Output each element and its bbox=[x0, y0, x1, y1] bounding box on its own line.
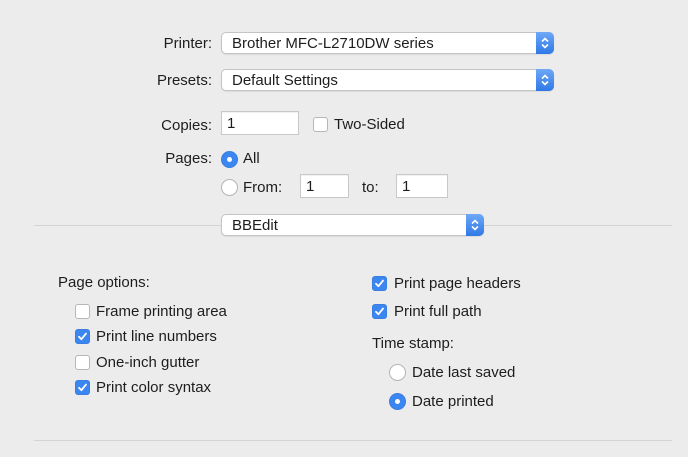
chevron-updown-icon bbox=[536, 69, 554, 91]
print-line-numbers-checkbox[interactable] bbox=[75, 329, 90, 344]
chevron-updown-icon bbox=[536, 32, 554, 54]
pages-all-radio[interactable] bbox=[221, 151, 238, 168]
print-color-syntax-checkbox[interactable] bbox=[75, 380, 90, 395]
print-page-headers-checkbox[interactable] bbox=[372, 276, 387, 291]
frame-printing-area-label: Frame printing area bbox=[96, 303, 227, 320]
date-printed-radio[interactable] bbox=[389, 393, 406, 410]
presets-popup-value: Default Settings bbox=[232, 72, 338, 89]
presets-label: Presets: bbox=[156, 72, 212, 89]
pages-from-label: From: bbox=[243, 179, 283, 196]
pages-from-value: 1 bbox=[306, 178, 315, 195]
copies-label: Copies: bbox=[161, 117, 212, 134]
time-stamp-label: Time stamp: bbox=[372, 335, 454, 352]
print-full-path-checkbox[interactable] bbox=[372, 304, 387, 319]
date-last-saved-label: Date last saved bbox=[412, 364, 516, 381]
frame-printing-area-checkbox[interactable] bbox=[75, 304, 90, 319]
two-sided-label: Two-Sided bbox=[334, 116, 405, 133]
date-printed-label: Date printed bbox=[412, 393, 494, 410]
pages-to-field[interactable]: 1 bbox=[396, 174, 448, 198]
printer-label: Printer: bbox=[163, 35, 212, 52]
two-sided-checkbox[interactable] bbox=[313, 117, 328, 132]
print-color-syntax-label: Print color syntax bbox=[96, 379, 212, 396]
print-full-path-label: Print full path bbox=[394, 303, 482, 320]
pages-from-field[interactable]: 1 bbox=[300, 174, 349, 198]
printer-popup-value: Brother MFC-L2710DW series bbox=[232, 35, 434, 52]
print-page-headers-label: Print page headers bbox=[394, 275, 521, 292]
page-options-label: Page options: bbox=[58, 274, 150, 291]
app-options-popup[interactable]: BBEdit bbox=[221, 214, 484, 236]
pages-label: Pages: bbox=[165, 150, 212, 167]
checkmark-icon bbox=[78, 383, 87, 392]
print-line-numbers-label: Print line numbers bbox=[96, 328, 217, 345]
copies-field[interactable]: 1 bbox=[221, 111, 299, 135]
chevron-updown-icon bbox=[466, 214, 484, 236]
printer-popup[interactable]: Brother MFC-L2710DW series bbox=[221, 32, 554, 54]
checkmark-icon bbox=[78, 332, 87, 341]
one-inch-gutter-label: One-inch gutter bbox=[96, 354, 200, 371]
checkmark-icon bbox=[375, 307, 384, 316]
pages-to-value: 1 bbox=[402, 178, 411, 195]
separator-bottom bbox=[34, 440, 672, 441]
pages-all-label: All bbox=[243, 150, 260, 167]
date-last-saved-radio[interactable] bbox=[389, 364, 406, 381]
pages-to-label: to: bbox=[362, 179, 379, 196]
one-inch-gutter-checkbox[interactable] bbox=[75, 355, 90, 370]
pages-from-radio[interactable] bbox=[221, 179, 238, 196]
app-options-popup-value: BBEdit bbox=[232, 217, 278, 234]
presets-popup[interactable]: Default Settings bbox=[221, 69, 554, 91]
copies-value: 1 bbox=[227, 115, 236, 132]
checkmark-icon bbox=[375, 279, 384, 288]
